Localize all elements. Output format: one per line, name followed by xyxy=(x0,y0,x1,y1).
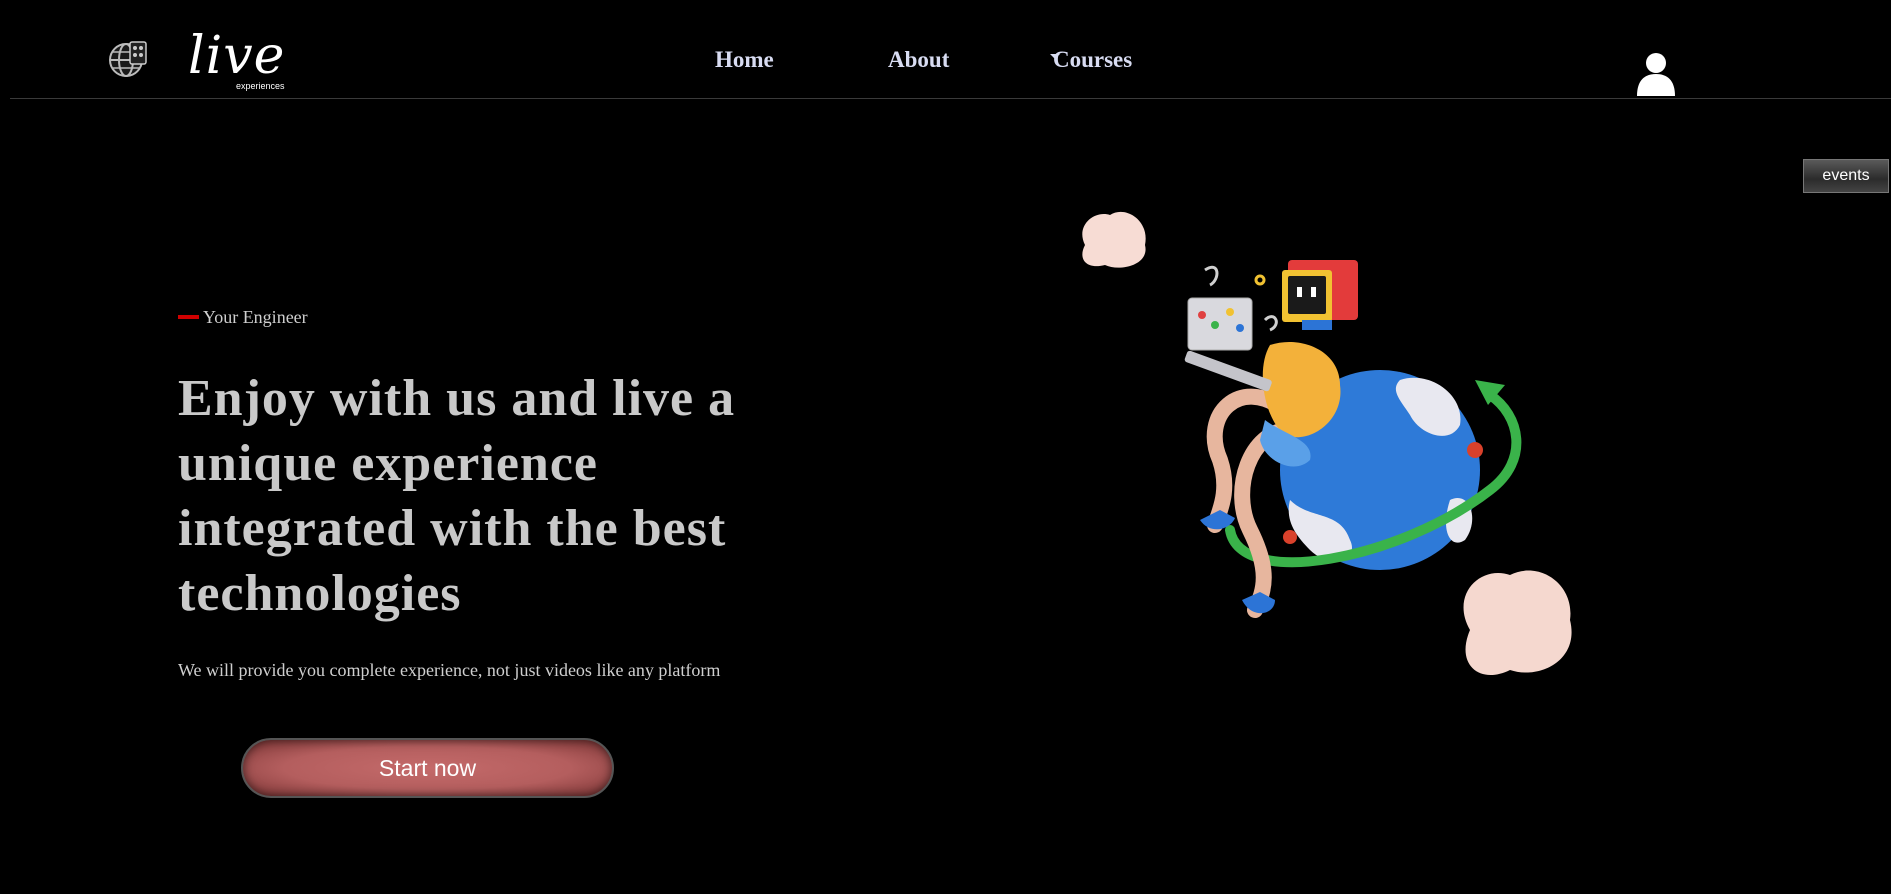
hero-eyebrow: Your Engineer xyxy=(178,305,308,329)
globe-logo-icon[interactable] xyxy=(108,38,150,80)
nav-home[interactable]: Home xyxy=(715,45,774,75)
events-tab-button[interactable]: events xyxy=(1803,159,1889,193)
brand-logo[interactable]: live experiences xyxy=(180,30,300,92)
hero-subtext: We will provide you complete experience,… xyxy=(178,660,721,680)
brand-logo-script: live xyxy=(188,26,286,86)
site-header: live experiences Home About Courses xyxy=(10,0,1891,99)
brand-logo-subtitle: experiences xyxy=(236,81,285,91)
hero-eyebrow-text: Your Engineer xyxy=(203,307,308,327)
eyebrow-accent-bar xyxy=(178,314,199,319)
page: live experiences Home About Courses even… xyxy=(0,0,1891,894)
globe-character-illustration xyxy=(1082,211,1572,676)
nav-courses[interactable]: Courses xyxy=(1053,45,1132,75)
start-now-button[interactable]: Start now xyxy=(241,738,614,798)
user-icon[interactable] xyxy=(1635,52,1677,96)
hero-headline: Enjoy with us and live a unique experien… xyxy=(178,370,736,622)
nav-about[interactable]: About xyxy=(888,45,949,75)
